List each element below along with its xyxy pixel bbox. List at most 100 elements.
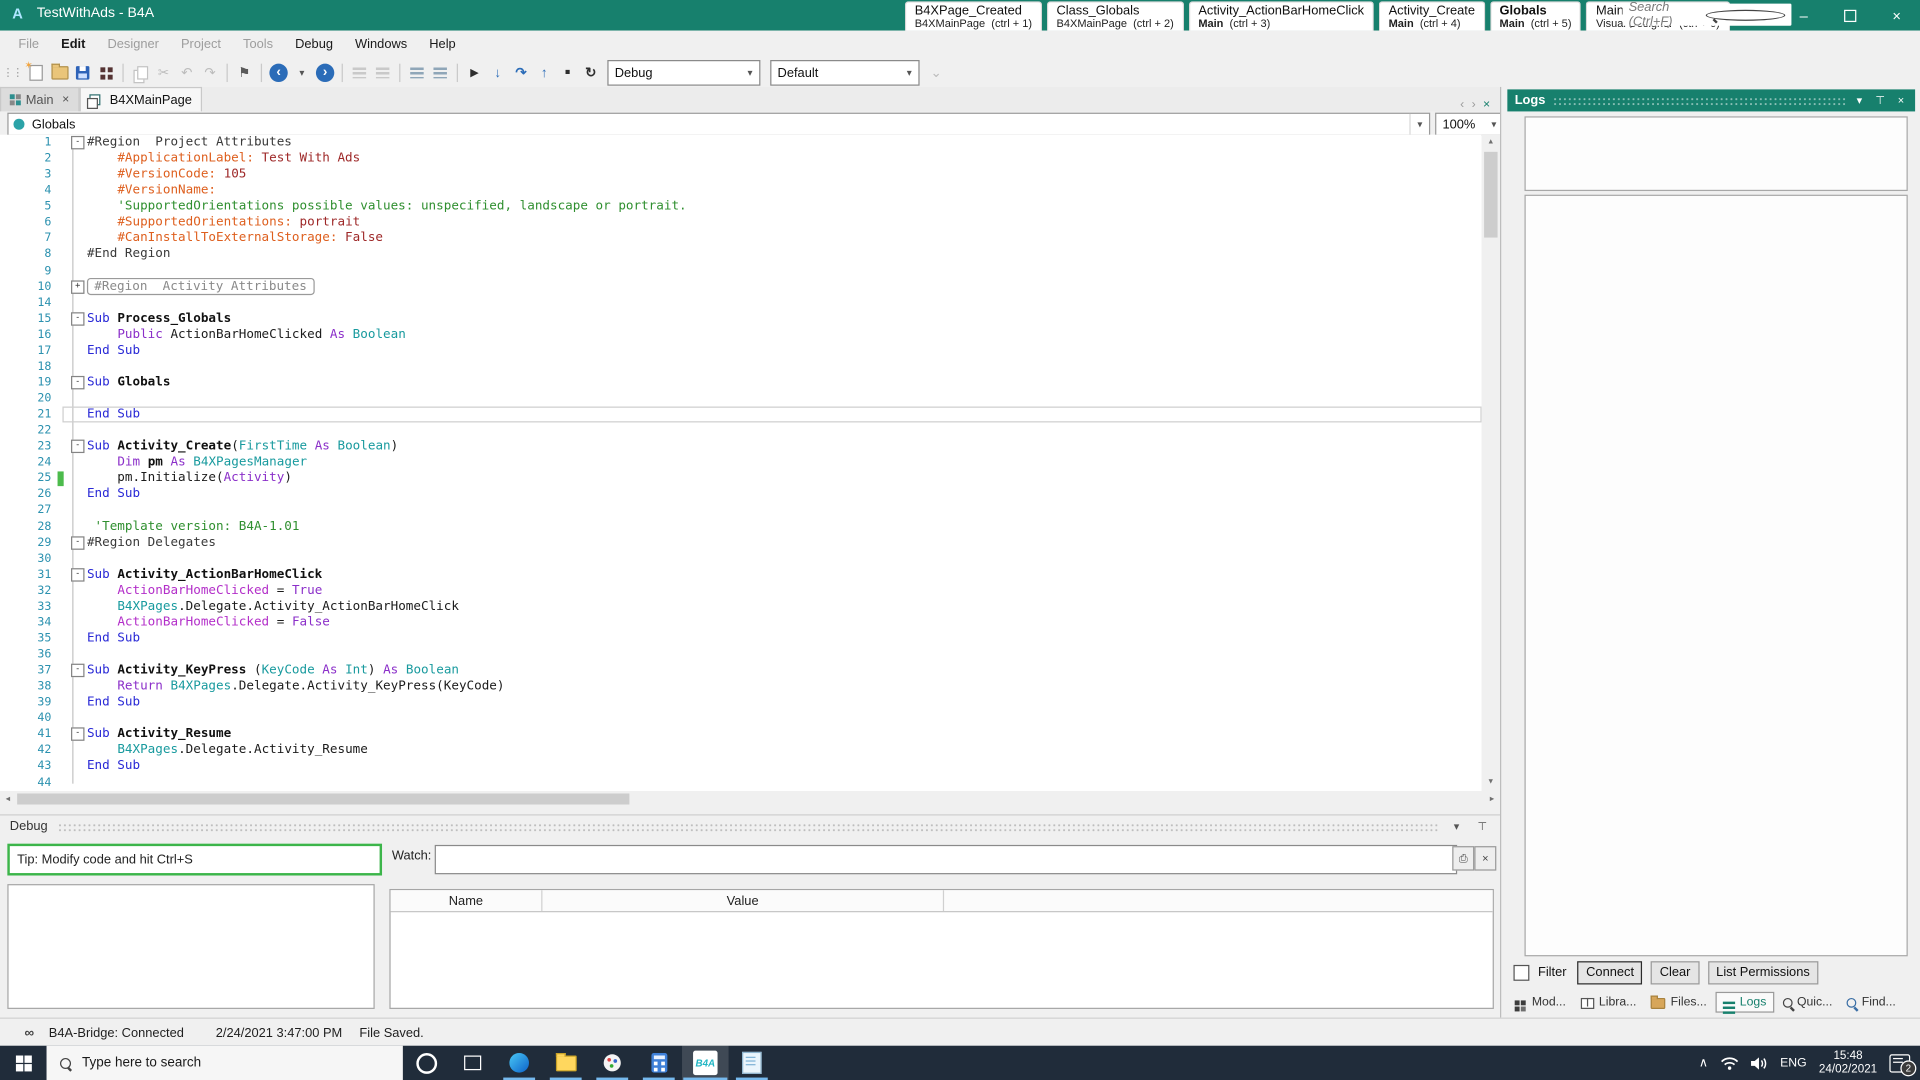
panel-collapse-icon[interactable]: ▾: [1853, 94, 1866, 107]
menu-item-tools[interactable]: Tools: [232, 37, 284, 52]
code-text[interactable]: End Sub: [87, 759, 1482, 775]
code-text[interactable]: #VersionName:: [87, 183, 1482, 199]
fold-column[interactable]: -: [69, 664, 87, 677]
code-text[interactable]: ActionBarHomeClicked = False: [87, 615, 1482, 631]
line-number[interactable]: 5: [0, 200, 58, 213]
code-line[interactable]: 35End Sub: [0, 631, 1482, 647]
stop-icon[interactable]: ■: [557, 62, 578, 83]
step-into-icon[interactable]: ↓: [487, 62, 508, 83]
code-line[interactable]: 30: [0, 551, 1482, 567]
step-out-icon[interactable]: ↑: [534, 62, 555, 83]
code-line[interactable]: 9: [0, 263, 1482, 279]
navigate-back-icon[interactable]: ‹: [268, 62, 289, 83]
code-line[interactable]: 22: [0, 423, 1482, 439]
watch-column-name[interactable]: Name: [391, 890, 543, 911]
scrollbar-thumb[interactable]: [1484, 152, 1497, 238]
panel-close-icon[interactable]: ×: [1894, 94, 1907, 106]
tab-close-icon[interactable]: ×: [1483, 98, 1490, 111]
panel-pin-icon[interactable]: ⊤: [1873, 94, 1886, 107]
outdent-icon[interactable]: [372, 62, 393, 83]
code-text[interactable]: #Region Delegates: [87, 535, 1482, 551]
bookmark-icon[interactable]: ⚑: [234, 62, 255, 83]
logs-filter-box[interactable]: [1524, 116, 1907, 191]
uncomment-icon[interactable]: [430, 62, 451, 83]
code-text[interactable]: #VersionCode: 105: [87, 167, 1482, 183]
code-text[interactable]: #ApplicationLabel: Test With Ads: [87, 151, 1482, 167]
code-text[interactable]: Sub Activity_Create(FirstTime As Boolean…: [87, 439, 1482, 455]
line-number[interactable]: 31: [0, 568, 58, 581]
code-text[interactable]: B4XPages.Delegate.Activity_ActionBarHome…: [87, 599, 1482, 615]
side-tab-files[interactable]: Files...: [1645, 993, 1713, 1011]
collapse-icon[interactable]: -: [71, 568, 84, 581]
code-line[interactable]: 36: [0, 647, 1482, 663]
line-number[interactable]: 37: [0, 664, 58, 677]
line-number[interactable]: 39: [0, 696, 58, 709]
line-number[interactable]: 44: [0, 776, 58, 789]
line-number[interactable]: 10: [0, 280, 58, 293]
code-text[interactable]: 'Template version: B4A-1.01: [87, 519, 1482, 535]
line-number[interactable]: 20: [0, 392, 58, 405]
side-tab-libra[interactable]: Libra...: [1574, 993, 1642, 1011]
doc-tab-main[interactable]: Main×: [0, 87, 79, 111]
horizontal-scrollbar[interactable]: ◄ ►: [0, 791, 1500, 807]
fold-column[interactable]: -: [69, 568, 87, 581]
code-line[interactable]: 26End Sub: [0, 487, 1482, 503]
code-line[interactable]: 42 B4XPages.Delegate.Activity_Resume: [0, 743, 1482, 759]
code-text[interactable]: Public ActionBarHomeClicked As Boolean: [87, 327, 1482, 343]
line-number[interactable]: 3: [0, 168, 58, 181]
quick-tab[interactable]: Activity_CreateMain (ctrl + 4): [1379, 1, 1485, 31]
build-mode-select[interactable]: Debug ▾: [607, 60, 760, 86]
code-line[interactable]: 3 #VersionCode: 105: [0, 167, 1482, 183]
line-number[interactable]: 34: [0, 616, 58, 629]
code-text[interactable]: #Region Project Attributes: [87, 135, 1482, 151]
watch-input[interactable]: [435, 845, 1457, 874]
line-number[interactable]: 19: [0, 376, 58, 389]
collapse-icon[interactable]: -: [71, 312, 84, 325]
undo-icon[interactable]: ↶: [176, 62, 197, 83]
line-number[interactable]: 24: [0, 456, 58, 469]
line-number[interactable]: 9: [0, 264, 58, 277]
line-number[interactable]: 14: [0, 296, 58, 309]
code-line[interactable]: 38 Return B4XPages.Delegate.Activity_Key…: [0, 679, 1482, 695]
line-number[interactable]: 41: [0, 728, 58, 741]
vertical-scrollbar[interactable]: ▲ ▼: [1482, 135, 1500, 791]
tab-scroll-right-icon[interactable]: ›: [1472, 98, 1476, 111]
watch-column-value[interactable]: Value: [542, 890, 944, 911]
code-line[interactable]: 24 Dim pm As B4XPagesManager: [0, 455, 1482, 471]
code-line[interactable]: 1-#Region Project Attributes: [0, 135, 1482, 151]
cortana-button[interactable]: [403, 1046, 450, 1080]
taskbar-search-input[interactable]: Type here to search: [47, 1046, 403, 1080]
action-center-icon[interactable]: 2: [1889, 1054, 1910, 1072]
ide-search-input[interactable]: Search (Ctrl+F): [1622, 4, 1791, 26]
code-text[interactable]: #Region Activity Attributes: [87, 279, 1482, 295]
toolbar-overflow-icon[interactable]: ⌄: [926, 62, 947, 83]
watch-table[interactable]: NameValue: [389, 889, 1493, 1009]
toolbar-grip[interactable]: ⋮⋮: [2, 66, 22, 79]
tab-close-icon[interactable]: ×: [62, 93, 69, 106]
tab-scroll-left-icon[interactable]: ‹: [1460, 98, 1464, 111]
language-indicator[interactable]: ENG: [1780, 1056, 1807, 1069]
code-text[interactable]: B4XPages.Delegate.Activity_Resume: [87, 743, 1482, 759]
fold-column[interactable]: -: [69, 376, 87, 389]
minimize-button[interactable]: –: [1780, 0, 1827, 31]
line-number[interactable]: 1: [0, 136, 58, 149]
watch-clear-button[interactable]: ×: [1474, 846, 1496, 870]
code-line[interactable]: 23-Sub Activity_Create(FirstTime As Bool…: [0, 439, 1482, 455]
start-button[interactable]: [0, 1046, 47, 1080]
notepad-button[interactable]: [729, 1046, 776, 1080]
code-text[interactable]: ActionBarHomeClicked = True: [87, 583, 1482, 599]
code-line[interactable]: 5 'SupportedOrientations possible values…: [0, 199, 1482, 215]
b4a-taskbar-button[interactable]: B4A: [682, 1046, 729, 1080]
line-number[interactable]: 42: [0, 744, 58, 757]
collapse-icon[interactable]: -: [71, 728, 84, 741]
build-config-select[interactable]: Default ▾: [770, 60, 919, 86]
code-line[interactable]: 43End Sub: [0, 758, 1482, 774]
line-number[interactable]: 35: [0, 632, 58, 645]
code-text[interactable]: End Sub: [87, 343, 1482, 359]
side-tab-quic[interactable]: Quic...: [1776, 993, 1838, 1011]
menu-item-debug[interactable]: Debug: [284, 37, 344, 52]
calculator-button[interactable]: [636, 1046, 683, 1080]
line-number[interactable]: 25: [0, 472, 58, 485]
fold-column[interactable]: -: [69, 136, 87, 149]
chevron-down-icon[interactable]: ▾: [1409, 114, 1429, 135]
